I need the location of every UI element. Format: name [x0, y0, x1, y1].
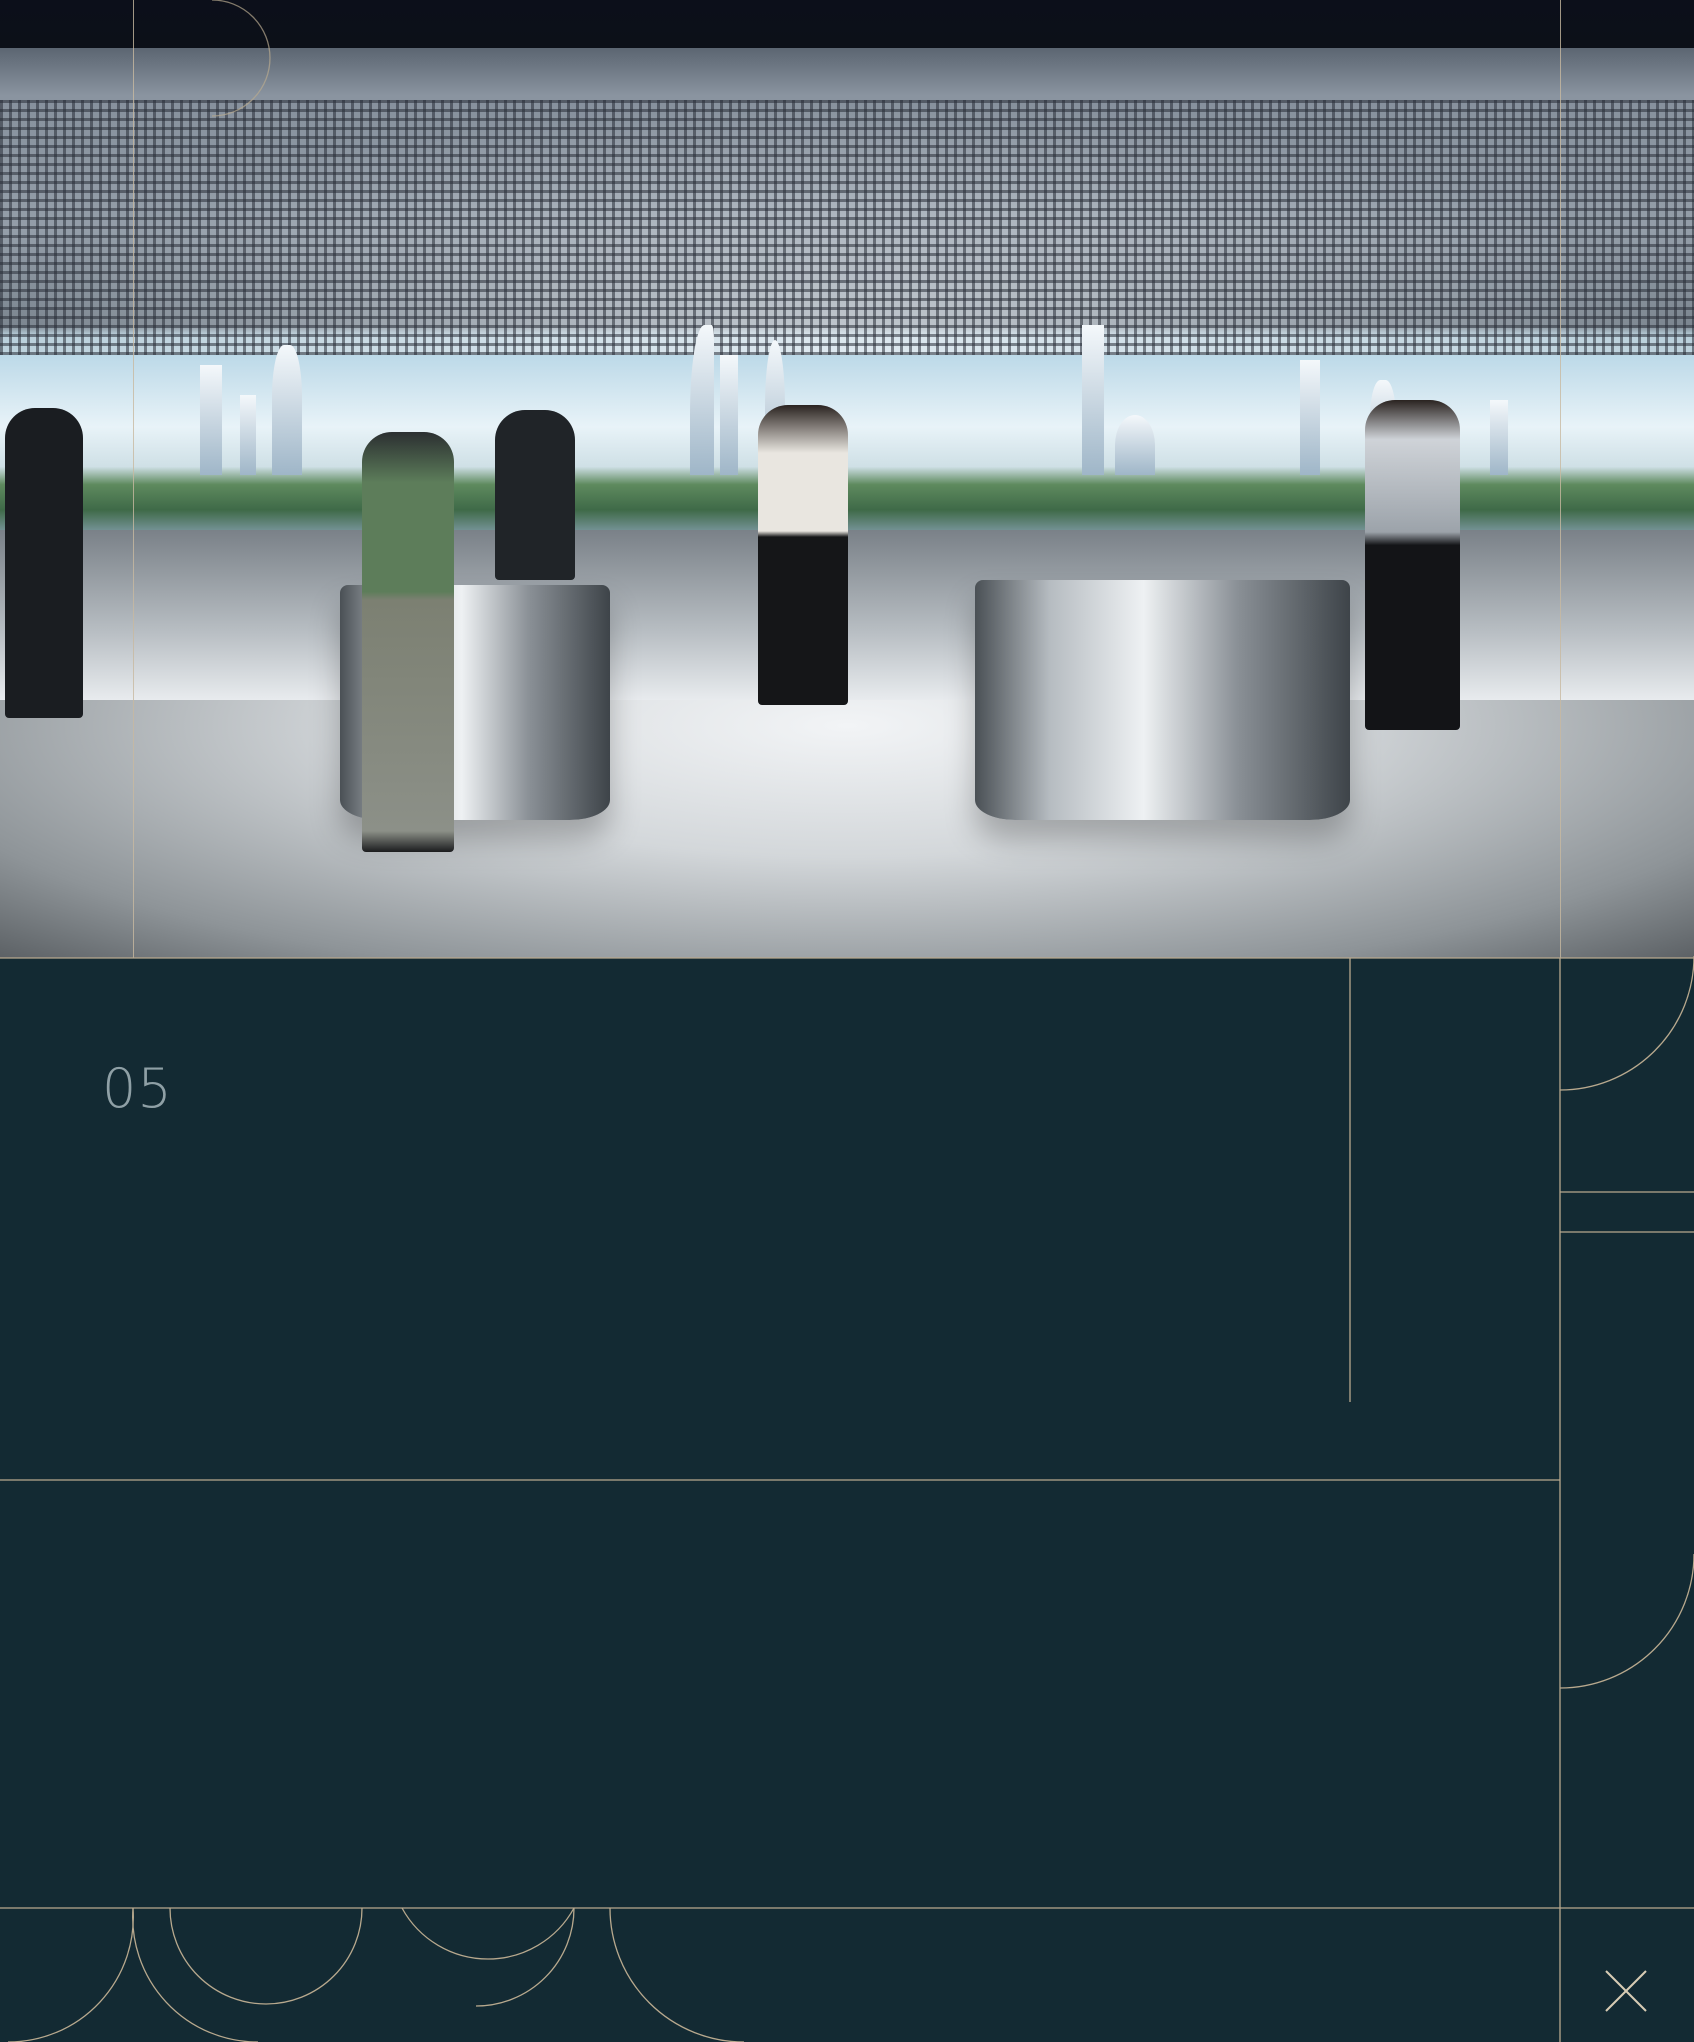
close-icon [1605, 1970, 1647, 2012]
display-table-right [975, 580, 1350, 820]
visitor-figure [758, 405, 848, 705]
floor [0, 700, 1694, 958]
visitor-figure [495, 410, 575, 580]
visitor-figure [1365, 400, 1460, 730]
slide-number: 05 [102, 1057, 173, 1120]
visitor-figure [362, 432, 454, 852]
close-button[interactable] [1580, 1945, 1672, 2037]
hero-image [0, 0, 1694, 958]
visitor-figure [5, 408, 83, 718]
perforated-ceiling [0, 100, 1694, 357]
